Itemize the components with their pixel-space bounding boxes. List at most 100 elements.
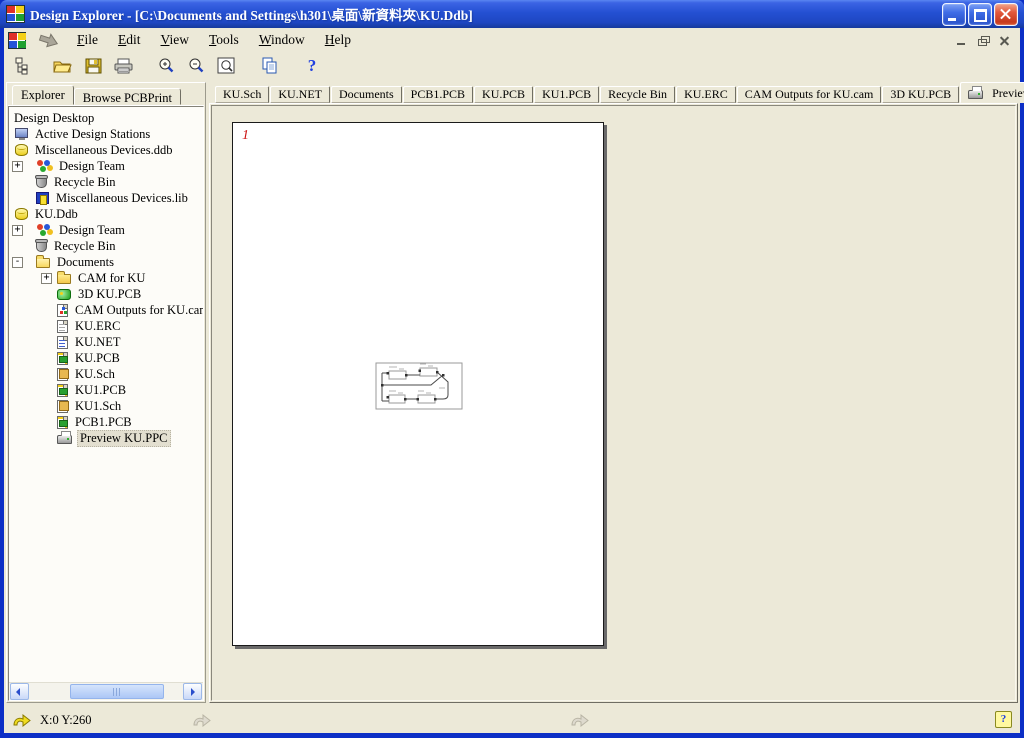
panel-tab-strip: Explorer Browse PCBPrint — [8, 84, 204, 106]
doc-tab-ku-pcb[interactable]: KU.PCB — [474, 86, 533, 103]
doc-tab-cam-outputs[interactable]: CAM Outputs for KU.cam — [737, 86, 882, 103]
printer-icon — [57, 435, 72, 444]
tree-item-misc-devices-ddb[interactable]: Miscellaneous Devices.ddb — [9, 142, 203, 158]
status-bar: X:0 Y:260 ? — [4, 707, 1020, 733]
tree-item-active-design-stations[interactable]: Active Design Stations — [9, 126, 203, 142]
save-icon — [85, 58, 102, 74]
status-help-icon[interactable]: ? — [995, 711, 1012, 728]
zoom-page-button[interactable] — [213, 53, 239, 78]
doc-tab-ku-net[interactable]: KU.NET — [270, 86, 330, 103]
title-bar[interactable]: Design Explorer - [C:\Documents and Sett… — [0, 0, 1024, 28]
main-area: Explorer Browse PCBPrint Design Desktop … — [4, 80, 1020, 707]
schematic-document-icon — [57, 368, 68, 381]
tree-item-ku1-sch[interactable]: KU1.Sch — [9, 398, 203, 414]
tree-item-documents[interactable]: -Documents — [9, 254, 203, 270]
expand-toggle[interactable]: + — [41, 273, 52, 284]
tab-explorer[interactable]: Explorer — [12, 85, 74, 105]
doc-tab-pcb1-pcb[interactable]: PCB1.PCB — [403, 86, 473, 103]
zoom-in-icon — [157, 57, 175, 75]
tree-item-cam-for-ku[interactable]: +CAM for KU — [9, 270, 203, 286]
tree-item-ku-pcb[interactable]: KU.PCB — [9, 350, 203, 366]
tree-item-ku-ddb[interactable]: KU.Ddb — [9, 206, 203, 222]
scrollbar-thumb[interactable] — [70, 684, 164, 699]
cursor-coordinates: X:0 Y:260 — [40, 713, 92, 728]
preview-workspace[interactable]: 1 — [211, 105, 1016, 701]
open-document-button[interactable] — [50, 53, 76, 78]
close-button[interactable] — [994, 3, 1018, 26]
tree-item-ku-sch[interactable]: KU.Sch — [9, 366, 203, 382]
expand-toggle[interactable]: + — [12, 161, 23, 172]
menu-edit[interactable]: Edit — [109, 30, 150, 50]
design-manager-panel: Explorer Browse PCBPrint Design Desktop … — [6, 82, 206, 703]
print-button[interactable] — [110, 53, 136, 78]
window-title: Design Explorer - [C:\Documents and Sett… — [30, 4, 942, 24]
jump-arrow-disabled-icon — [192, 713, 212, 727]
tree-item-recycle-bin[interactable]: Recycle Bin — [9, 238, 203, 254]
menu-view[interactable]: View — [152, 30, 198, 50]
menu-tools[interactable]: Tools — [200, 30, 248, 50]
doc-tab-3d-ku-pcb[interactable]: 3D KU.PCB — [882, 86, 959, 103]
schematic-document-icon — [57, 400, 68, 413]
scrollbar-track[interactable] — [30, 684, 182, 699]
hierarchy-icon — [14, 57, 32, 75]
pcb-3d-icon — [57, 289, 71, 300]
open-folder-icon — [53, 58, 73, 74]
tree-item-ku-net[interactable]: KU.NET — [9, 334, 203, 350]
zoom-out-button[interactable] — [183, 53, 209, 78]
tree-item-design-team[interactable]: +Design Team — [9, 158, 203, 174]
scroll-left-button[interactable] — [10, 683, 29, 700]
document-area: KU.Sch KU.NET Documents PCB1.PCB KU.PCB … — [209, 82, 1018, 703]
expand-toggle[interactable]: + — [12, 225, 23, 236]
doc-tab-documents[interactable]: Documents — [331, 86, 402, 103]
tree-item-misc-devices-lib[interactable]: Miscellaneous Devices.lib — [9, 190, 203, 206]
mdi-restore-button[interactable] — [974, 32, 993, 49]
toggle-design-manager-button[interactable] — [10, 53, 36, 78]
minimize-button[interactable] — [942, 3, 966, 26]
tree-item-cam-outputs[interactable]: CAM Outputs for KU.cam — [9, 302, 203, 318]
preview-page: 1 — [232, 122, 604, 646]
mdi-minimize-button[interactable] — [953, 32, 972, 49]
tab-browse-pcbprint[interactable]: Browse PCBPrint — [74, 88, 181, 105]
explorer-tree: Design Desktop Active Design Stations Mi… — [8, 106, 204, 701]
tree-horizontal-scrollbar[interactable] — [9, 682, 203, 700]
mdi-close-button[interactable] — [995, 32, 1014, 49]
pcb-document-icon — [57, 352, 68, 365]
zoom-out-icon — [187, 57, 205, 75]
help-button[interactable]: ? — [299, 53, 325, 78]
doc-tab-ku-erc[interactable]: KU.ERC — [676, 86, 736, 103]
tree-item-pcb1-pcb[interactable]: PCB1.PCB — [9, 414, 203, 430]
pcb-document-icon — [57, 416, 68, 429]
zoom-page-icon — [217, 57, 235, 74]
preview-frame: 1 — [209, 103, 1018, 703]
team-icon — [36, 224, 52, 237]
doc-tab-ku1-pcb[interactable]: KU1.PCB — [534, 86, 599, 103]
scroll-right-button[interactable] — [183, 683, 202, 700]
down-arrows-menu-icon[interactable] — [38, 33, 60, 48]
document-system-menu-icon[interactable] — [8, 32, 26, 49]
menu-window[interactable]: Window — [250, 30, 314, 50]
tree-item-recycle-bin[interactable]: Recycle Bin — [9, 174, 203, 190]
copy-button[interactable] — [256, 53, 282, 78]
menu-help[interactable]: Help — [316, 30, 360, 50]
tree-item-design-desktop[interactable]: Design Desktop — [9, 110, 203, 126]
zoom-in-button[interactable] — [153, 53, 179, 78]
maximize-button[interactable] — [968, 3, 992, 26]
save-button[interactable] — [80, 53, 106, 78]
doc-tab-preview-ku-ppc[interactable]: Preview KU.PPC — [960, 82, 1024, 103]
printer-icon — [968, 90, 983, 99]
tree-item-design-team[interactable]: +Design Team — [9, 222, 203, 238]
window-body: File Edit View Tools Window Help — [4, 28, 1020, 733]
tree-item-3d-ku-pcb[interactable]: 3D KU.PCB — [9, 286, 203, 302]
library-icon — [36, 192, 49, 204]
menu-file[interactable]: File — [68, 30, 107, 50]
folder-icon — [57, 274, 71, 284]
collapse-toggle[interactable]: - — [12, 257, 23, 268]
database-icon — [15, 208, 28, 220]
tree-item-ku1-pcb[interactable]: KU1.PCB — [9, 382, 203, 398]
app-icon[interactable] — [6, 5, 25, 23]
doc-tab-recycle-bin[interactable]: Recycle Bin — [600, 86, 675, 103]
tree-item-preview-ku-ppc[interactable]: Preview KU.PPC — [9, 430, 203, 446]
tree-item-ku-erc[interactable]: KU.ERC — [9, 318, 203, 334]
doc-tab-ku-sch[interactable]: KU.Sch — [215, 86, 269, 103]
design-explorer-window: Design Explorer - [C:\Documents and Sett… — [0, 0, 1024, 738]
